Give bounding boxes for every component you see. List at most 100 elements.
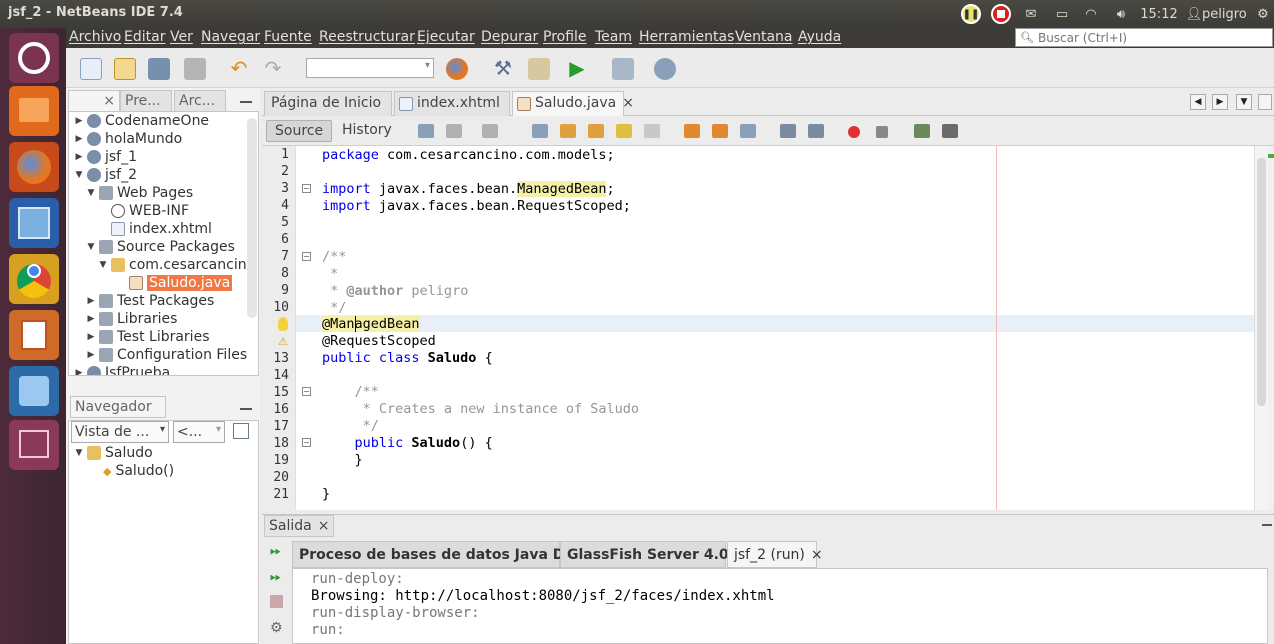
menu-herramientas[interactable]: Herramientas (639, 29, 734, 45)
mail-icon[interactable]: ✉ (1021, 4, 1041, 24)
user-name[interactable]: peligro (1202, 4, 1252, 24)
tree-item-selected[interactable]: Saludo.java (127, 274, 233, 292)
profile-icon[interactable] (654, 58, 676, 80)
expand-arrow-icon[interactable]: ▶ (73, 368, 85, 375)
start-macro-icon[interactable] (848, 126, 860, 138)
show-opened-documents-icon[interactable]: ▼ (1236, 94, 1252, 110)
maximize-editor-icon[interactable] (1258, 94, 1272, 110)
tab-start-page[interactable]: Página de Inicio (264, 91, 392, 116)
menu-profile[interactable]: Profile (543, 29, 587, 45)
back-icon[interactable] (446, 124, 462, 138)
output-console[interactable]: run-deploy: Browsing: http://localhost:8… (292, 568, 1268, 644)
tree-item[interactable]: index.xhtml (109, 220, 212, 238)
run-icon[interactable]: ▶ (566, 58, 588, 80)
minimize-output-icon[interactable] (1262, 520, 1272, 526)
tree-item[interactable]: ▶ JsfPrueba (73, 364, 170, 375)
expand-arrow-icon[interactable]: ▶ (85, 350, 97, 360)
configuration-combo[interactable]: ▾ (306, 58, 434, 78)
collapse-arrow-icon[interactable]: ▼ (73, 448, 85, 458)
output-line[interactable]: Browsing: http://localhost:8080/jsf_2/fa… (311, 588, 775, 604)
last-edit-icon[interactable] (418, 124, 434, 138)
expand-arrow-icon[interactable]: ▶ (73, 116, 85, 126)
collapse-arrow-icon[interactable]: ▼ (85, 242, 97, 252)
new-project-icon[interactable] (114, 58, 136, 80)
scrollbar-thumb[interactable] (1257, 158, 1266, 406)
find-next-icon[interactable] (588, 124, 604, 138)
expand-arrow-icon[interactable]: ▶ (85, 314, 97, 324)
tab-jsf2-run[interactable]: jsf_2 (run) × (727, 541, 823, 568)
workspace-switcher-icon[interactable] (9, 420, 59, 470)
volume-icon[interactable]: 🔊︎ (1110, 4, 1132, 24)
previous-bookmark-icon[interactable] (684, 124, 700, 138)
expand-arrow-icon[interactable]: ▶ (85, 296, 97, 306)
source-button[interactable]: Source (266, 120, 333, 142)
tree-vertical-scrollbar[interactable] (247, 118, 257, 318)
menu-navegar[interactable]: Navegar (201, 29, 260, 45)
chrome-icon[interactable] (9, 254, 59, 304)
redo-icon[interactable]: ↷ (262, 58, 284, 80)
history-button[interactable]: History (334, 120, 400, 142)
fold-toggle-icon[interactable]: − (302, 184, 311, 193)
tree-item[interactable]: ▼ jsf_2 (73, 166, 138, 184)
scroll-tabs-left-icon[interactable]: ◀ (1190, 94, 1206, 110)
shift-left-icon[interactable] (780, 124, 796, 138)
menu-archivo[interactable]: Archivo (69, 29, 121, 45)
expand-arrow-icon[interactable]: ▶ (73, 152, 85, 162)
tree-item[interactable]: ▶ holaMundo (73, 130, 183, 148)
minimize-panel-icon[interactable] (240, 95, 252, 103)
build-hammer-icon[interactable]: ⚒ (492, 58, 514, 80)
virtualbox-icon[interactable] (9, 198, 59, 248)
close-icon[interactable]: × (622, 95, 634, 111)
code-editor[interactable]: package com.cesarcancino.com.models; − i… (296, 146, 1254, 510)
forward-icon[interactable] (482, 124, 498, 138)
save-all-icon[interactable] (184, 58, 206, 80)
close-icon[interactable]: × (811, 547, 823, 563)
stop-macro-icon[interactable] (876, 126, 888, 138)
warning-icon[interactable]: ⚠ (278, 335, 288, 348)
toggle-highlight-icon[interactable] (616, 124, 632, 138)
comment-icon[interactable] (914, 124, 930, 138)
collapse-arrow-icon[interactable]: ▼ (97, 260, 109, 270)
nav-class-item[interactable]: ▼ Saludo (73, 444, 153, 462)
tree-item[interactable]: ▶ CodenameOne (73, 112, 210, 130)
open-project-icon[interactable] (148, 58, 170, 80)
filters-icon[interactable] (233, 423, 249, 439)
close-icon[interactable]: × (103, 93, 115, 109)
tab-navigator[interactable]: Navegador (70, 396, 166, 418)
tree-item[interactable]: ▶ jsf_1 (73, 148, 138, 166)
clock[interactable]: 15:12 (1138, 4, 1180, 24)
minimize-navigator-icon[interactable] (240, 402, 252, 410)
undo-icon[interactable]: ↶ (228, 58, 250, 80)
rerun-icon[interactable]: ⏩︎ (270, 543, 286, 559)
search-input[interactable] (1037, 30, 1258, 45)
record-stop-icon[interactable] (991, 4, 1011, 24)
tree-item[interactable]: WEB-INF (97, 202, 189, 220)
tab-files[interactable]: Arc... (174, 90, 226, 112)
tab-projects[interactable]: × (68, 90, 120, 112)
nav-constructor-item[interactable]: ◆ Saludo() (103, 462, 174, 480)
new-file-icon[interactable] (80, 58, 102, 80)
view-combo[interactable]: Vista de ... ▾ (71, 421, 169, 443)
tree-item[interactable]: ▶ Test Libraries (85, 328, 210, 346)
fold-toggle-icon[interactable]: − (302, 438, 311, 447)
tab-output[interactable]: Salida × (264, 515, 335, 537)
menu-team[interactable]: Team (595, 29, 632, 45)
battery-icon[interactable]: ▭ (1050, 4, 1074, 24)
browser-icon[interactable] (446, 58, 468, 80)
screen-recorder-icon[interactable] (9, 366, 59, 416)
menu-fuente[interactable]: Fuente (264, 29, 312, 45)
clean-build-icon[interactable] (528, 58, 550, 80)
menu-editar[interactable]: Editar (124, 29, 165, 45)
tree-item[interactable]: ▶ Test Packages (85, 292, 215, 310)
wifi-icon[interactable]: ◠ (1080, 4, 1102, 24)
shift-right-icon[interactable] (808, 124, 824, 138)
menu-ver[interactable]: Ver (170, 29, 193, 45)
menu-ayuda[interactable]: Ayuda (798, 29, 841, 45)
toggle-rect-select-icon[interactable] (644, 124, 660, 138)
firefox-icon[interactable] (9, 142, 59, 192)
files-icon[interactable] (9, 86, 59, 136)
menu-reestructurar[interactable]: Reestructurar (319, 29, 415, 45)
search-box[interactable]: 🔍︎ (1015, 28, 1273, 47)
impress-icon[interactable] (9, 310, 59, 360)
tab-javadb-process[interactable]: Proceso de bases de datos Java DB× (292, 541, 595, 568)
